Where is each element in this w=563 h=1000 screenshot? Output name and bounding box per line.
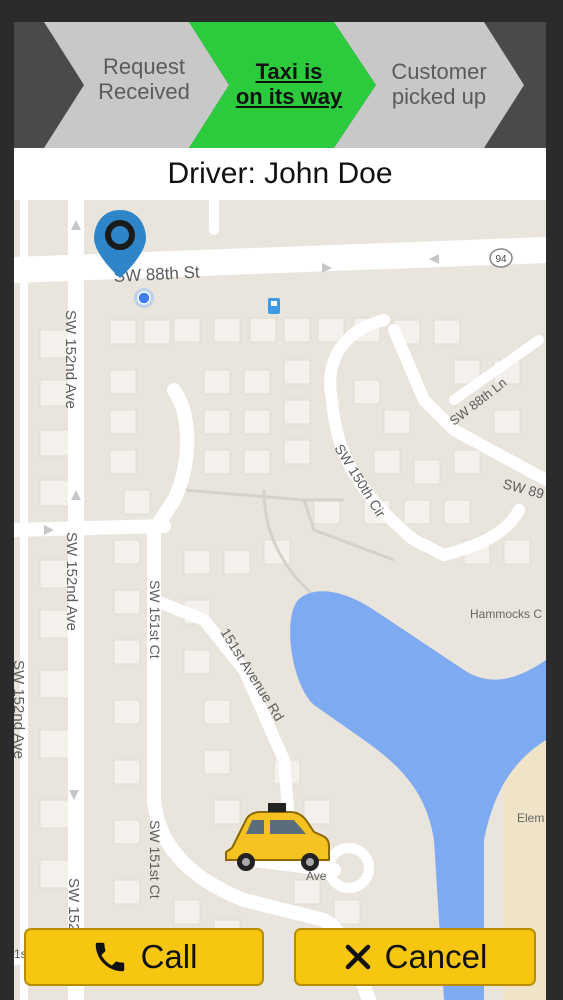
call-button[interactable]: Call <box>24 928 264 986</box>
svg-text:94: 94 <box>495 254 507 265</box>
cancel-label: Cancel <box>384 938 488 975</box>
place-label-hammocks: Hammocks C <box>470 607 542 621</box>
driver-name: Driver: John Doe <box>167 157 393 190</box>
step-3-label: Customer picked up <box>391 59 487 109</box>
current-location-dot-icon <box>134 288 154 308</box>
call-label: Call <box>140 938 198 975</box>
street-label-sw152nd-ave-3: SW 152nd Ave <box>14 660 27 759</box>
cancel-button[interactable]: Cancel <box>294 928 536 986</box>
bus-stop-icon <box>268 298 280 314</box>
step-2-label: Taxi is on its way <box>235 59 343 109</box>
step-1-label: Request Received <box>98 54 190 104</box>
street-label-sw151st-ct-1: SW 151st Ct <box>147 580 163 659</box>
route-94-badge: 94 <box>489 248 513 268</box>
street-label-sw152nd-ave-1: SW 152nd Ave <box>62 310 79 409</box>
street-label-sw151st-ct-2: SW 151st Ct <box>147 820 163 899</box>
driver-banner: Driver: John Doe <box>14 148 546 200</box>
close-icon <box>345 944 370 970</box>
street-label-sw152nd-ave-2: SW 152nd Ave <box>63 532 80 631</box>
street-label-ave: Ave <box>306 869 327 883</box>
phone-icon <box>95 942 124 972</box>
map-view[interactable]: 94 SW 88th St SW 152nd Ave SW 152nd Ave … <box>14 200 546 1000</box>
place-label-elem: Elem <box>517 811 544 825</box>
app-screen: Request Received Taxi is on its way Cust… <box>14 22 546 1000</box>
progress-steps: Request Received Taxi is on its way Cust… <box>14 22 546 148</box>
street-label-sw152: SW 152 <box>65 878 82 931</box>
